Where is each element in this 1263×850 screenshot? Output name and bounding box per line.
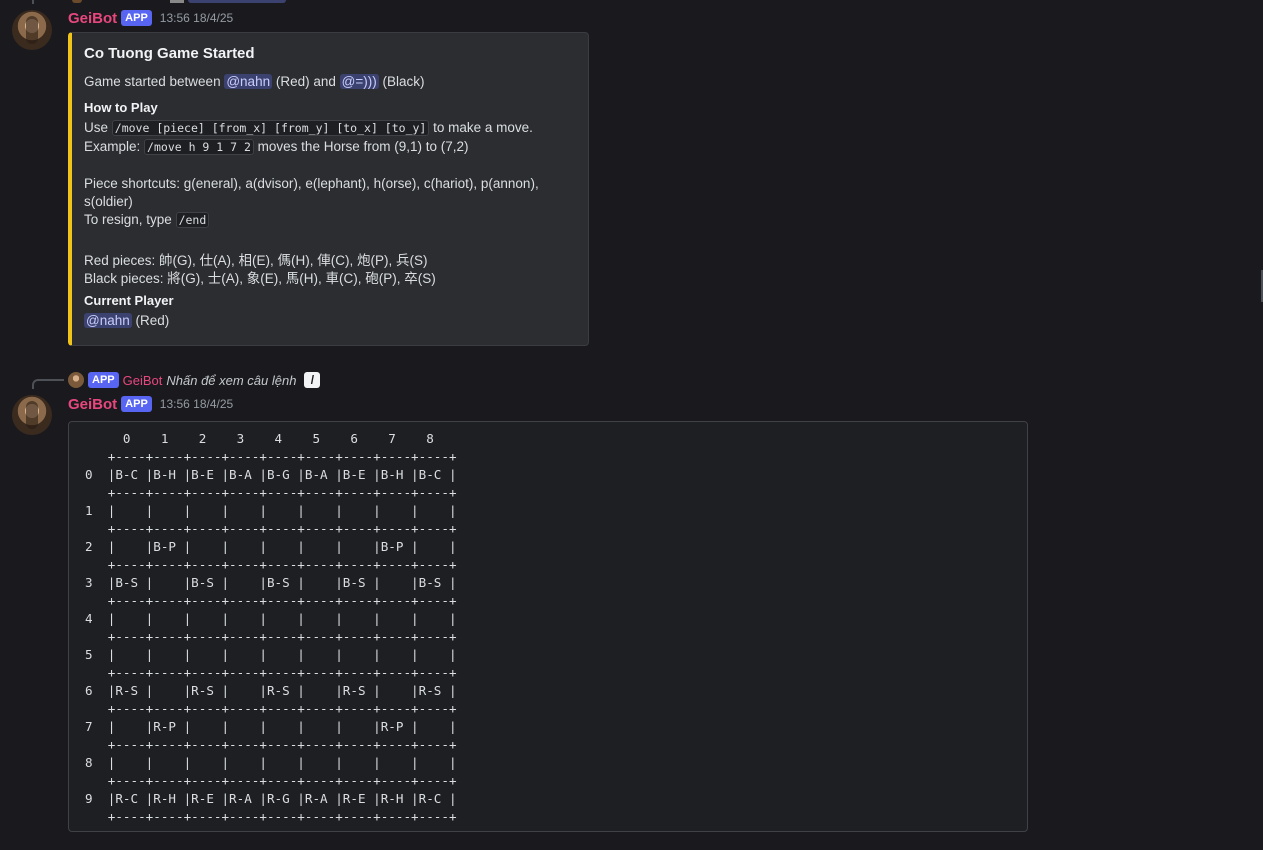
shortcuts-line-1: Piece shortcuts: g(eneral), a(dvisor), e… [84, 176, 539, 191]
board-text: 0 1 2 3 4 5 6 7 8 +----+----+----+----+-… [85, 430, 457, 826]
board-separator: +----+----+----+----+----+----+----+----… [107, 701, 457, 716]
message-header: GeiBot APP 13:56 18/4/25 [68, 395, 233, 413]
reply-command-text[interactable]: Nhấn để xem câu lệnh [166, 373, 296, 388]
previous-message-fragment [0, 0, 1263, 4]
timestamp[interactable]: 13:56 18/4/25 [160, 397, 233, 411]
board-separator: +----+----+----+----+----+----+----+----… [107, 665, 457, 680]
board-row: 0 |B-C |B-H |B-E |B-A |B-G |B-A |B-E |B-… [85, 467, 457, 482]
app-badge: APP [121, 10, 152, 26]
how-to-play-title: How to Play [84, 100, 158, 115]
mini-avatar [72, 0, 82, 3]
usage-line: Use /move [piece] [from_x] [from_y] [to_… [84, 120, 533, 136]
board-row: 2 | |B-P | | | | | |B-P | | [85, 539, 457, 554]
reply-avatar [68, 372, 84, 388]
reply-username[interactable]: GeiBot [123, 373, 163, 388]
board-separator: +----+----+----+----+----+----+----+----… [107, 449, 457, 464]
reply-app-badge: APP [88, 372, 119, 388]
slash-command-icon[interactable]: / [304, 372, 321, 388]
example-code: /move h 9 1 7 2 [144, 139, 254, 155]
current-player-title: Current Player [84, 293, 174, 308]
reply-spine [32, 379, 64, 389]
board-row: 1 | | | | | | | | | | [85, 503, 457, 518]
black-pieces-line: Black pieces: 將(G), 士(A), 象(E), 馬(H), 車(… [84, 271, 436, 286]
message-header: GeiBot APP 13:56 18/4/25 [68, 9, 233, 27]
reply-line [32, 0, 34, 4]
mention-red-player[interactable]: @nahn [224, 74, 273, 89]
board-row: 6 |R-S | |R-S | |R-S | |R-S | |R-S | [85, 683, 457, 698]
board-column-header: 0 1 2 3 4 5 6 7 8 [122, 431, 434, 446]
board-separator: +----+----+----+----+----+----+----+----… [107, 773, 457, 788]
mention-current-player[interactable]: @nahn [84, 313, 132, 328]
move-syntax-code: /move [piece] [from_x] [from_y] [to_x] [… [111, 120, 430, 136]
app-badge: APP [121, 396, 152, 412]
reply-content: APP GeiBot Nhấn để xem câu lệnh / [88, 372, 321, 388]
board-code-block: 0 1 2 3 4 5 6 7 8 +----+----+----+----+-… [68, 421, 1028, 832]
board-row: 5 | | | | | | | | | | [85, 647, 457, 662]
board-separator: +----+----+----+----+----+----+----+----… [107, 557, 457, 572]
board-row: 9 |R-C |R-H |R-E |R-A |R-G |R-A |R-E |R-… [85, 791, 457, 806]
embed-description: Game started between @nahn (Red) and @=)… [84, 74, 425, 89]
example-line: Example: /move h 9 1 7 2 moves the Horse… [84, 139, 469, 155]
username[interactable]: GeiBot [68, 10, 117, 27]
embed-title: Co Tuong Game Started [84, 45, 255, 62]
resign-code: /end [175, 212, 210, 228]
truncated-text [170, 0, 184, 3]
reply-reference[interactable]: APP GeiBot Nhấn để xem câu lệnh / [0, 370, 1263, 390]
board-separator: +----+----+----+----+----+----+----+----… [85, 809, 457, 824]
current-player-line: @nahn (Red) [84, 313, 170, 328]
board-row: 7 | |R-P | | | | | |R-P | | [85, 719, 457, 734]
avatar[interactable] [12, 395, 52, 435]
red-pieces-line: Red pieces: 帥(G), 仕(A), 相(E), 傌(H), 俥(C)… [84, 253, 428, 268]
board-separator: +----+----+----+----+----+----+----+----… [107, 521, 457, 536]
embed-card: Co Tuong Game Started Game started betwe… [68, 32, 589, 346]
board-row: 8 | | | | | | | | | | [85, 755, 457, 770]
avatar[interactable] [12, 10, 52, 50]
truncated-mention [188, 0, 286, 3]
board-separator: +----+----+----+----+----+----+----+----… [107, 485, 457, 500]
username[interactable]: GeiBot [68, 396, 117, 413]
board-row: 4 | | | | | | | | | | [85, 611, 457, 626]
resign-line: To resign, type /end [84, 212, 210, 228]
shortcuts-line-2: s(oldier) [84, 194, 133, 209]
board-separator: +----+----+----+----+----+----+----+----… [107, 629, 457, 644]
mention-black-player[interactable]: @=))) [339, 74, 379, 89]
timestamp[interactable]: 13:56 18/4/25 [160, 11, 233, 25]
board-separator: +----+----+----+----+----+----+----+----… [107, 593, 457, 608]
board-row: 3 |B-S | |B-S | |B-S | |B-S | |B-S | [85, 575, 457, 590]
board-separator: +----+----+----+----+----+----+----+----… [107, 737, 457, 752]
